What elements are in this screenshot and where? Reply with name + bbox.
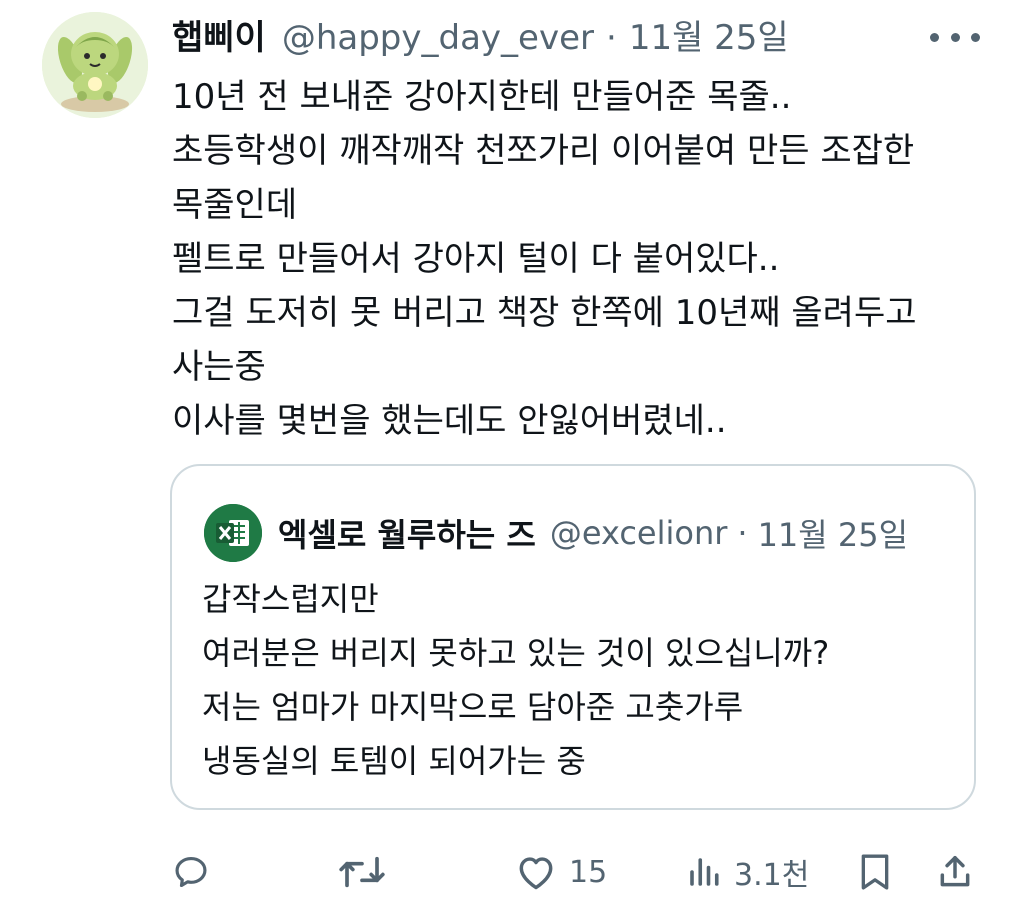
tweet-text-line: 그걸 도저히 못 버리고 책장 한쪽에 10년째 올려두고: [172, 293, 917, 333]
author-avatar[interactable]: [42, 12, 148, 118]
tweet-text-line: 사는중: [172, 347, 266, 387]
views-button[interactable]: 3.1천: [686, 844, 809, 900]
more-icon[interactable]: [930, 22, 980, 52]
tweet-text: 10년 전 보내준 강아지한테 만들어준 목줄.. 초등학생이 깨작깨작 천쪼가…: [172, 70, 992, 448]
bookmark-button[interactable]: [858, 844, 892, 900]
views-icon: [690, 858, 719, 886]
tweet-text-line: 10년 전 보내준 강아지한테 만들어준 목줄..: [172, 77, 792, 117]
quoted-text-line: 여러분은 버리지 못하고 있는 것이 있으십니까?: [202, 634, 830, 672]
quoted-text-line: 갑작스럽지만: [202, 580, 379, 618]
quoted-text-line: 냉동실의 토템이 되어가는 중: [202, 742, 586, 780]
tweet-text-line: 이사를 몇번을 했는데도 안잃어버렸네..: [172, 401, 727, 441]
more-dot: [950, 32, 960, 42]
bookmark-icon: [861, 854, 889, 890]
separator-dot: ·: [606, 18, 617, 58]
author-handle[interactable]: @happy_day_ever: [282, 10, 594, 66]
reply-button[interactable]: [172, 844, 210, 900]
quoted-tweet-date[interactable]: 11월 25일: [758, 510, 909, 556]
tweet-text-line: 목줄인데: [172, 185, 298, 225]
quoted-author-handle[interactable]: @excelionr: [550, 514, 728, 552]
views-count: 3.1천: [734, 858, 810, 893]
tweet-header: 햅삐이 @happy_day_ever · 11월 25일: [172, 10, 789, 66]
share-button[interactable]: [936, 844, 974, 900]
heart-icon: [519, 857, 553, 890]
quoted-tweet-text: 갑작스럽지만 여러분은 버리지 못하고 있는 것이 있으십니까? 저는 엄마가 …: [202, 572, 962, 788]
tweet: 햅삐이 @happy_day_ever · 11월 25일 10년 전 보내준 …: [0, 0, 1024, 908]
share-icon: [940, 856, 970, 887]
separator-dot: ·: [737, 514, 748, 552]
like-count: 15: [569, 854, 608, 890]
like-button[interactable]: 15: [515, 844, 607, 900]
more-dot: [971, 32, 980, 42]
quoted-tweet-card[interactable]: 엑셀로 월루하는 즈 @excelionr · 11월 25일 갑작스럽지만 여…: [170, 464, 976, 810]
more-dot: [930, 32, 939, 42]
retweet-icon: [339, 856, 385, 888]
tweet-text-line: 펠트로 만들어서 강아지 털이 다 붙어있다..: [172, 239, 780, 279]
excel-logo-graphic: [204, 504, 262, 562]
reply-icon: [175, 856, 207, 888]
author-display-name[interactable]: 햅삐이: [172, 10, 266, 66]
quoted-author-display-name[interactable]: 엑셀로 월루하는 즈: [278, 510, 536, 556]
tweet-date[interactable]: 11월 25일: [629, 10, 789, 66]
tweet-text-line: 초등학생이 깨작깨작 천쪼가리 이어붙여 만든 조잡한: [172, 131, 915, 171]
retweet-button[interactable]: [336, 844, 388, 900]
avatar-illustration: [42, 12, 148, 118]
quoted-tweet-header: 엑셀로 월루하는 즈 @excelionr · 11월 25일: [278, 504, 908, 562]
quoted-text-line: 저는 엄마가 마지막으로 담아준 고춧가루: [202, 688, 744, 726]
excel-logo-icon[interactable]: [204, 504, 262, 562]
